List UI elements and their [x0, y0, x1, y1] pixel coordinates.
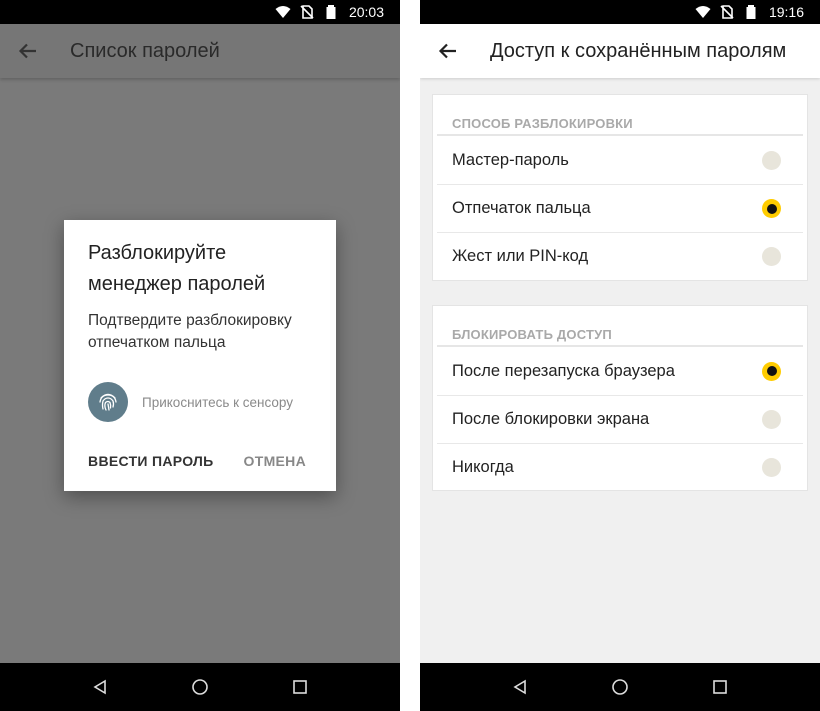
navigation-bar	[0, 663, 400, 711]
radio-button-selected[interactable]	[762, 199, 781, 218]
app-bar: Доступ к сохранённым паролям	[420, 24, 820, 78]
dialog-actions: ВВЕСТИ ПАРОЛЬ ОТМЕНА	[88, 453, 306, 469]
radio-button[interactable]	[762, 410, 781, 429]
option-label: Отпечаток пальца	[452, 199, 591, 217]
wifi-icon	[275, 6, 291, 18]
section-header-unlock: СПОСОБ РАЗБЛОКИРОВКИ	[437, 95, 803, 136]
option-gesture-pin[interactable]: Жест или PIN-код	[437, 232, 803, 280]
status-time: 19:16	[768, 4, 804, 20]
unlock-method-card: СПОСОБ РАЗБЛОКИРОВКИ Мастер-пароль Отпеч…	[432, 94, 808, 281]
back-triangle-icon	[513, 679, 526, 695]
cancel-button[interactable]: ОТМЕНА	[244, 453, 306, 469]
lock-access-card: БЛОКИРОВАТЬ ДОСТУП После перезапуска бра…	[432, 305, 808, 491]
radio-button-selected[interactable]	[762, 361, 781, 381]
radio-button[interactable]	[762, 150, 781, 170]
back-button[interactable]	[0, 24, 56, 78]
status-time: 20:03	[348, 4, 384, 20]
nav-home-button[interactable]	[600, 667, 640, 707]
app-bar: Список паролей	[0, 24, 400, 78]
arrow-back-icon	[438, 43, 456, 59]
no-sim-icon	[720, 5, 734, 19]
arrow-back-icon	[18, 43, 36, 59]
option-master-password[interactable]: Мастер-пароль	[437, 136, 803, 184]
option-never[interactable]: Никогда	[437, 443, 803, 491]
page-title: Список паролей	[70, 39, 220, 62]
option-label: После перезапуска браузера	[452, 361, 675, 380]
option-label: Жест или PIN-код	[452, 247, 589, 265]
status-bar: 20:03	[0, 0, 400, 24]
battery-icon	[746, 5, 756, 19]
wifi-icon	[695, 6, 711, 18]
option-after-screen-lock[interactable]: После блокировки экрана	[437, 395, 803, 443]
nav-back-button[interactable]	[500, 667, 540, 707]
recents-square-icon	[293, 680, 307, 694]
radio-button[interactable]	[762, 458, 781, 477]
option-label: После блокировки экрана	[452, 410, 650, 428]
back-triangle-icon	[93, 679, 106, 695]
back-button[interactable]	[420, 24, 476, 78]
right-screen: 19:16 Доступ к сохранённым паролям СПОСО…	[420, 0, 820, 711]
fingerprint-icon[interactable]	[88, 382, 128, 422]
option-after-browser-restart[interactable]: После перезапуска браузера	[437, 347, 803, 395]
option-label: Никогда	[452, 458, 514, 476]
option-fingerprint[interactable]: Отпечаток пальца	[437, 184, 803, 232]
nav-recents-button[interactable]	[700, 667, 740, 707]
nav-home-button[interactable]	[180, 667, 220, 707]
section-header-lock: БЛОКИРОВАТЬ ДОСТУП	[437, 306, 803, 347]
home-circle-icon	[612, 679, 628, 695]
nav-back-button[interactable]	[80, 667, 120, 707]
recents-square-icon	[713, 680, 727, 694]
enter-password-button[interactable]: ВВЕСТИ ПАРОЛЬ	[88, 453, 213, 469]
dialog-title: Разблокируйте менеджер паролей	[88, 242, 266, 295]
option-label: Мастер-пароль	[452, 150, 569, 169]
no-sim-icon	[300, 5, 314, 19]
navigation-bar	[420, 663, 820, 711]
fingerprint-hint: Прикоснитесь к сенсору	[142, 394, 294, 410]
page-title: Доступ к сохранённым паролям	[490, 39, 787, 62]
nav-recents-button[interactable]	[280, 667, 320, 707]
fingerprint-row: Прикоснитесь к сенсору	[88, 382, 312, 422]
home-circle-icon	[192, 679, 208, 695]
dialog-message: Подтвердите разблокировку отпечатком пал…	[88, 312, 292, 351]
unlock-dialog: Разблокируйте менеджер паролей Подтверди…	[64, 220, 336, 491]
left-screen: 20:03 Список паролей Разблокируйте менед…	[0, 0, 400, 711]
battery-icon	[326, 5, 336, 19]
radio-button[interactable]	[762, 247, 781, 266]
status-bar: 19:16	[420, 0, 820, 24]
